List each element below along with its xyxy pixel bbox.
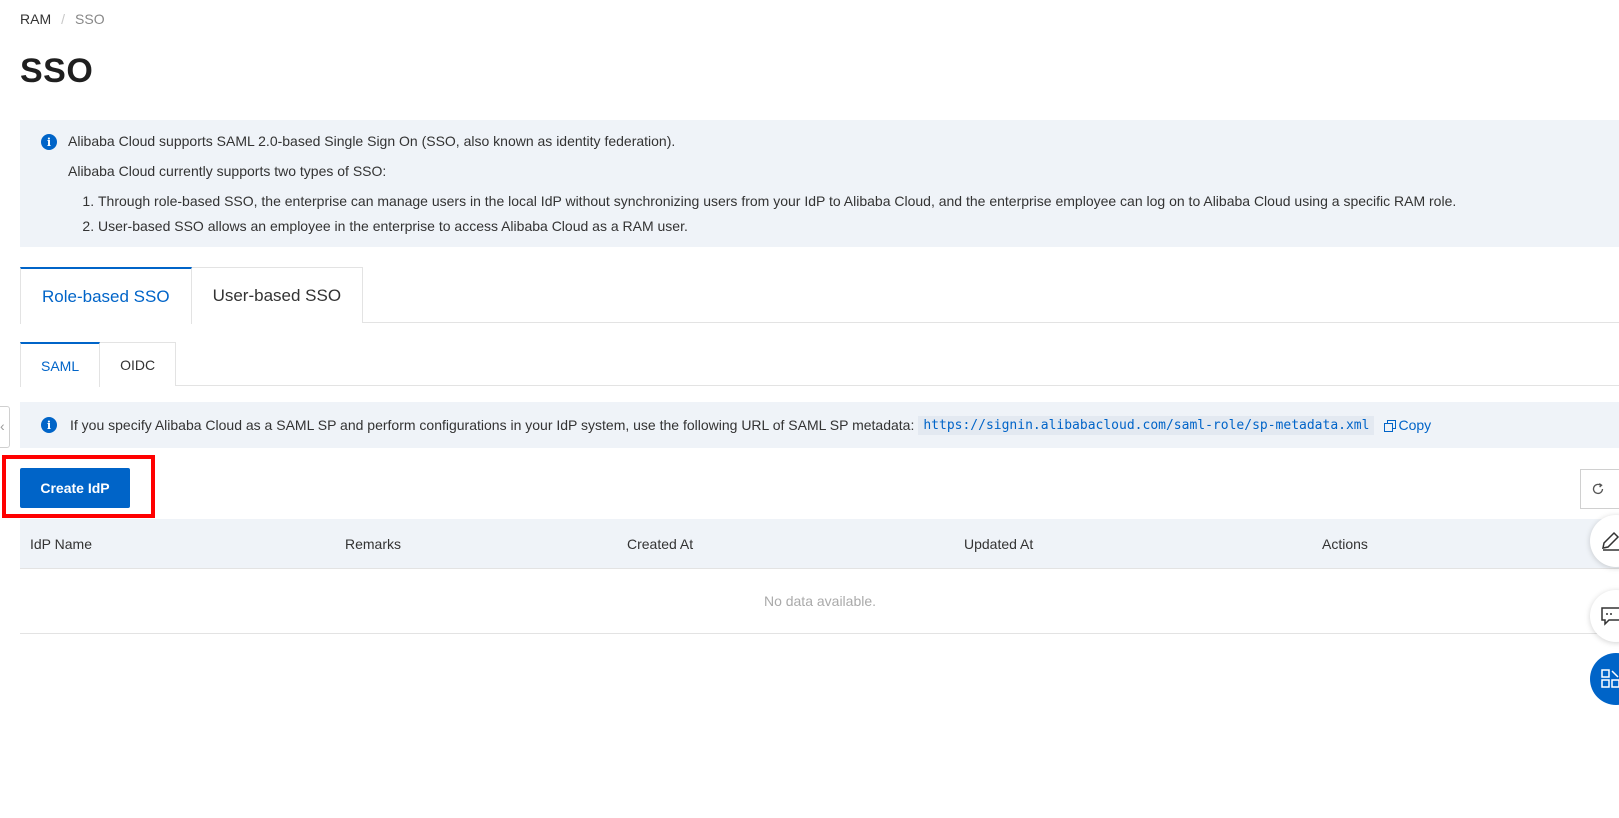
refresh-button[interactable]: [1580, 469, 1619, 509]
info-list: Through role-based SSO, the enterprise c…: [68, 192, 1599, 236]
table-body: No data available.: [20, 568, 1619, 634]
create-idp-button[interactable]: Create IdP: [20, 468, 130, 508]
column-remarks: Remarks: [345, 535, 402, 552]
info-line-2: Alibaba Cloud currently supports two typ…: [68, 163, 387, 179]
sso-info-notice: i Alibaba Cloud supports SAML 2.0-based …: [20, 120, 1619, 247]
info-line-1: Alibaba Cloud supports SAML 2.0-based Si…: [68, 133, 676, 149]
apps-icon: [1601, 669, 1619, 688]
sp-metadata-notice: i If you specify Alibaba Cloud as a SAML…: [20, 402, 1619, 448]
tab-role-based-sso[interactable]: Role-based SSO: [20, 267, 192, 324]
breadcrumb: RAM / SSO: [20, 11, 105, 27]
sp-metadata-text: If you specify Alibaba Cloud as a SAML S…: [70, 417, 915, 433]
tab-oidc[interactable]: OIDC: [100, 342, 177, 386]
copy-label: Copy: [1398, 417, 1432, 433]
tab-user-based-sso[interactable]: User-based SSO: [191, 267, 364, 323]
feedback-icon: [1601, 607, 1619, 626]
empty-state-text: No data available.: [763, 593, 877, 609]
column-created-at: Created At: [627, 535, 694, 552]
column-idp-name: IdP Name: [30, 535, 92, 552]
info-icon: i: [41, 134, 57, 150]
breadcrumb-sso: SSO: [75, 11, 105, 27]
copy-link[interactable]: Copy: [1384, 417, 1431, 433]
tab-saml[interactable]: SAML: [20, 342, 101, 387]
sso-type-tabs: Role-based SSO User-based SSO: [20, 267, 1619, 324]
table-header: IdP Name Remarks Created At Updated At A…: [20, 519, 1619, 568]
info-icon: i: [41, 417, 57, 433]
info-list-item: User-based SSO allows an employee in the…: [98, 217, 1599, 236]
breadcrumb-separator: /: [61, 11, 66, 27]
page-title: SSO: [20, 52, 94, 90]
edit-icon: [1602, 531, 1619, 551]
chevron-left-icon: ‹: [0, 418, 5, 434]
copy-icon: [1384, 419, 1397, 432]
apps-float-button[interactable]: [1590, 653, 1619, 705]
breadcrumb-ram[interactable]: RAM: [20, 11, 51, 27]
sp-metadata-url[interactable]: https://signin.alibabacloud.com/saml-rol…: [918, 415, 1375, 435]
sidebar-collapse-handle[interactable]: ‹: [0, 406, 10, 448]
protocol-tabs: SAML OIDC: [20, 342, 1619, 387]
refresh-icon: [1592, 483, 1604, 495]
column-actions: Actions: [1322, 535, 1368, 552]
info-list-item: Through role-based SSO, the enterprise c…: [98, 192, 1599, 211]
column-updated-at: Updated At: [964, 535, 1034, 552]
